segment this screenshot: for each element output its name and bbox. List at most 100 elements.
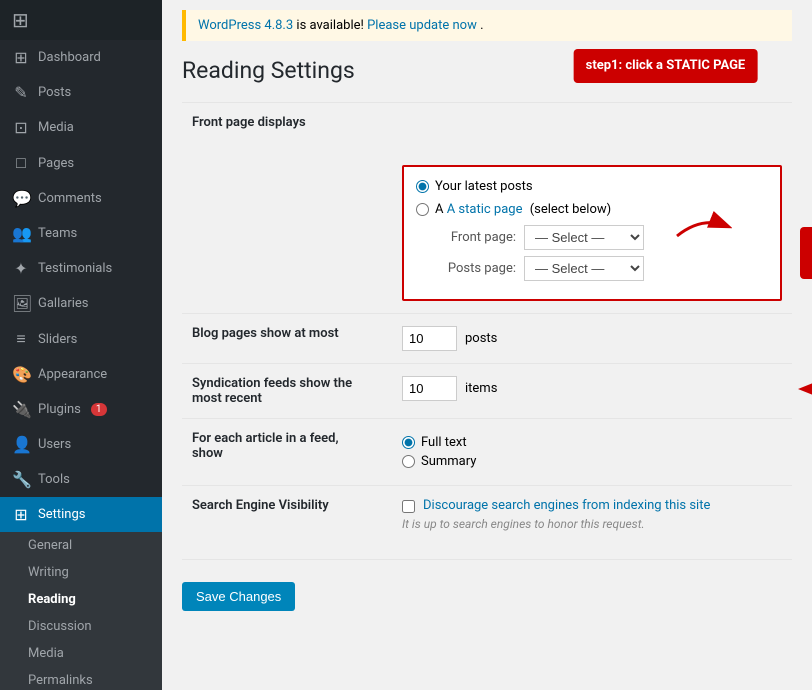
blog-pages-label-cell: Blog pages show at most: [182, 313, 392, 363]
sidebar-item-label: Pages: [38, 156, 74, 171]
syndication-label: Syndication feeds show the most recent: [192, 376, 352, 406]
submenu-discussion[interactable]: Discussion: [0, 613, 162, 640]
sidebar-item-label: Settings: [38, 507, 85, 522]
submenu-writing[interactable]: Writing: [0, 559, 162, 586]
sidebar-item-label: Gallaries: [38, 296, 89, 311]
sidebar-logo: ⊞: [0, 0, 162, 40]
sidebar-item-sliders[interactable]: ≡ Sliders: [0, 321, 162, 357]
tools-icon: 🔧: [12, 470, 30, 489]
latest-posts-option: Your latest posts: [416, 179, 768, 194]
sidebar-item-gallaries[interactable]: 🖼 Gallaries: [0, 286, 162, 321]
feed-article-row: For each article in a feed, show Full te…: [182, 419, 792, 486]
users-icon: 👤: [12, 435, 30, 454]
search-engine-options-cell: Discourage search engines from indexing …: [392, 486, 792, 544]
latest-posts-radio[interactable]: [416, 180, 429, 193]
submenu-reading[interactable]: Reading: [0, 586, 162, 613]
blog-pages-row: Blog pages show at most posts: [182, 313, 792, 363]
gallaries-icon: 🖼: [12, 294, 30, 313]
sidebar-item-label: Tools: [38, 472, 70, 487]
sidebar-item-pages[interactable]: □ Pages: [0, 145, 162, 181]
sidebar-item-tools[interactable]: 🔧 Tools: [0, 462, 162, 497]
full-text-radio[interactable]: [402, 436, 415, 449]
posts-icon: ✎: [12, 83, 30, 102]
update-notice-end: .: [480, 18, 483, 33]
sidebar-item-label: Testimonials: [38, 261, 112, 276]
blog-pages-input[interactable]: [402, 326, 457, 351]
posts-page-select-label: Posts page:: [426, 261, 516, 276]
update-notice-mid: is available!: [296, 18, 367, 33]
wp-version-link[interactable]: WordPress 4.8.3: [198, 18, 293, 33]
static-page-link[interactable]: A static page: [447, 202, 523, 217]
front-page-label: Front page displays: [192, 115, 306, 130]
sidebar-item-plugins[interactable]: 🔌 Plugins 1: [0, 392, 162, 427]
sidebar-item-comments[interactable]: 💬 Comments: [0, 181, 162, 216]
sidebar-item-label: Teams: [38, 226, 77, 241]
dashboard-icon: ⊞: [12, 48, 30, 67]
sliders-icon: ≡: [12, 329, 30, 349]
static-page-note: (select below): [530, 202, 611, 217]
sev-checkbox-row: Discourage search engines from indexing …: [402, 498, 782, 513]
sidebar-item-posts[interactable]: ✎ Posts: [0, 75, 162, 110]
comments-icon: 💬: [12, 189, 30, 208]
pages-icon: □: [12, 153, 30, 173]
media-icon: ⊡: [12, 118, 30, 137]
sidebar-item-teams[interactable]: 👥 Teams: [0, 216, 162, 251]
sidebar-item-users[interactable]: 👤 Users: [0, 427, 162, 462]
arrow-svg: [672, 211, 732, 241]
annotation-step2: step2: selectHome Page: [800, 227, 812, 279]
sidebar-item-label: Plugins: [38, 402, 81, 417]
static-page-radio[interactable]: [416, 203, 429, 216]
settings-submenu: General Writing Reading Discussion Media…: [0, 532, 162, 690]
submenu-permalinks[interactable]: Permalinks: [0, 667, 162, 690]
submenu-media[interactable]: Media: [0, 640, 162, 667]
testimonials-icon: ✦: [12, 259, 30, 278]
sidebar-item-media[interactable]: ⊡ Media: [0, 110, 162, 145]
syndication-label-cell: Syndication feeds show the most recent: [182, 364, 392, 419]
teams-icon: 👥: [12, 224, 30, 243]
search-engine-checkbox[interactable]: [402, 500, 415, 513]
step1-arrow: [672, 211, 732, 245]
sidebar: ⊞ ⊞ Dashboard ✎ Posts ⊡ Media □ Pages 💬 …: [0, 0, 162, 690]
annotation-step1: step1: click a STATIC PAGE: [574, 49, 758, 83]
sidebar-item-appearance[interactable]: 🎨 Appearance: [0, 357, 162, 392]
full-text-label[interactable]: Full text: [421, 435, 467, 450]
latest-posts-label[interactable]: Your latest posts: [435, 179, 533, 194]
update-now-link[interactable]: Please update now: [367, 18, 477, 33]
blog-pages-value-cell: posts: [392, 313, 792, 363]
syndication-input[interactable]: [402, 376, 457, 401]
wp-logo-icon: ⊞: [12, 8, 29, 32]
sidebar-item-label: Posts: [38, 85, 71, 100]
blog-pages-label: Blog pages show at most: [192, 326, 339, 341]
posts-page-select-row: Posts page: — Select —: [416, 256, 768, 281]
full-text-option: Full text: [402, 435, 782, 450]
sidebar-item-testimonials[interactable]: ✦ Testimonials: [0, 251, 162, 286]
update-notice: WordPress 4.8.3 is available! Please upd…: [182, 10, 792, 41]
sidebar-item-label: Appearance: [38, 367, 107, 382]
main-content: WordPress 4.8.3 is available! Please upd…: [162, 0, 812, 690]
search-engine-label: Search Engine Visibility: [192, 498, 329, 513]
sidebar-item-settings[interactable]: ⊞ Settings: [0, 497, 162, 532]
settings-icon: ⊞: [12, 505, 30, 524]
plugins-icon: 🔌: [12, 400, 30, 419]
front-page-row: Front page displays step1: click a STATI…: [182, 103, 792, 314]
front-page-select[interactable]: — Select —: [524, 225, 644, 250]
summary-label[interactable]: Summary: [421, 454, 476, 469]
sidebar-item-label: Dashboard: [38, 50, 101, 65]
submenu-general[interactable]: General: [0, 532, 162, 559]
search-engine-link[interactable]: Discourage search engines from indexing …: [423, 498, 710, 513]
feed-article-label: For each article in a feed, show: [192, 431, 339, 461]
sidebar-item-label: Users: [38, 437, 71, 452]
posts-page-select[interactable]: — Select —: [524, 256, 644, 281]
static-page-label[interactable]: A A static page (select below): [435, 202, 611, 217]
search-engine-label-cell: Search Engine Visibility: [182, 486, 392, 544]
search-engine-note: It is up to search engines to honor this…: [402, 517, 782, 531]
search-engine-row: Search Engine Visibility Discourage sear…: [182, 486, 792, 544]
feed-article-options-cell: Full text Summary: [392, 419, 792, 486]
summary-radio[interactable]: [402, 455, 415, 468]
save-changes-button[interactable]: Save Changes: [182, 582, 295, 611]
front-page-options-cell: step1: click a STATIC PAGE Your latest p…: [392, 103, 792, 314]
syndication-unit: items: [465, 381, 497, 396]
search-engine-checkbox-label[interactable]: Discourage search engines from indexing …: [423, 498, 710, 513]
sidebar-item-dashboard[interactable]: ⊞ Dashboard: [0, 40, 162, 75]
front-page-select-label: Front page:: [426, 230, 516, 245]
